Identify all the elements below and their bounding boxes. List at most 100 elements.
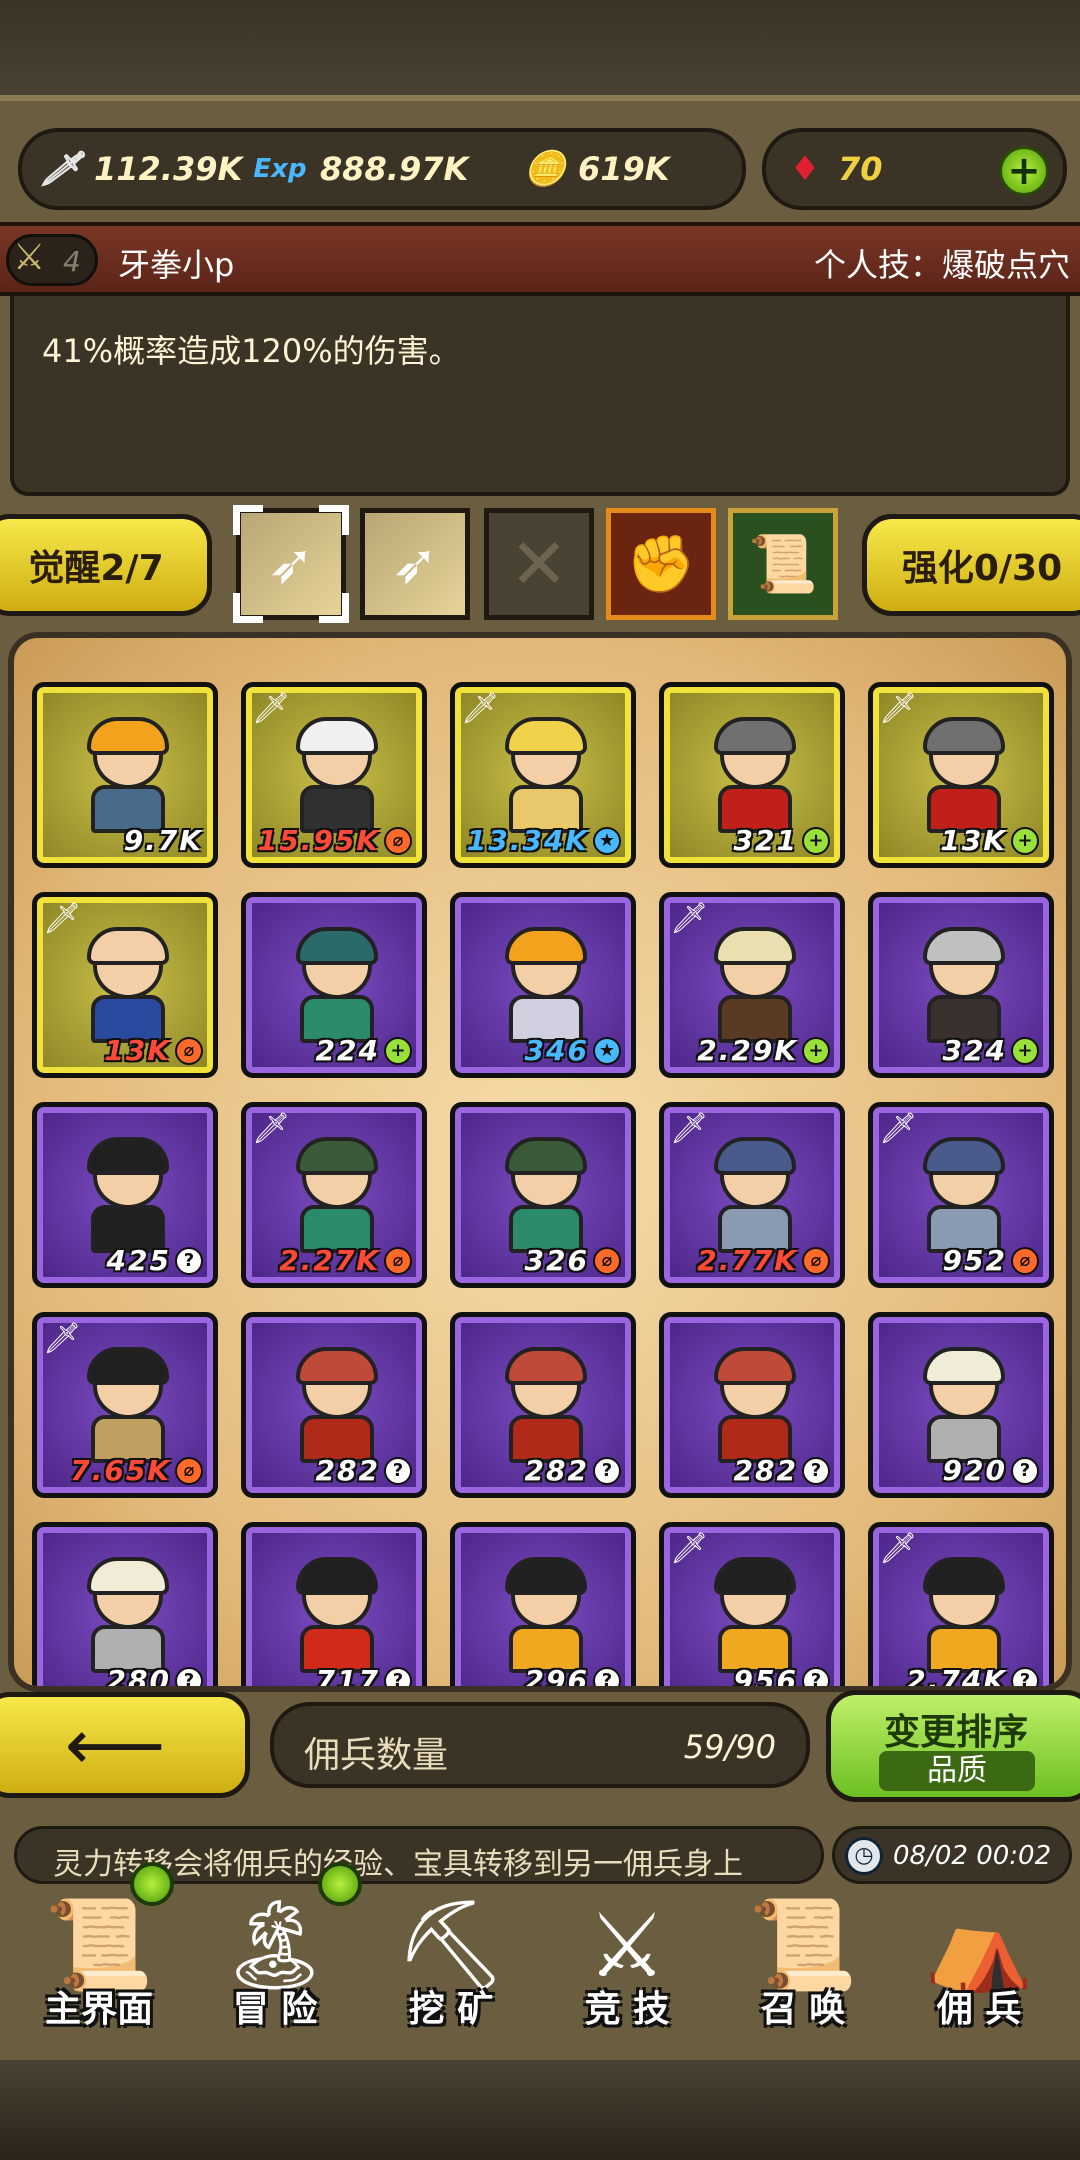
mercenary-portrait [702,717,808,837]
nav-label: 竞 技 [584,1989,670,2030]
power-value: 282 [315,1454,380,1487]
mercenary-roster[interactable]: 9.7K 🗡 15.95K ⌀ 🗡 13.34K ★ 321 + 🗡 13K + 🗡 13K ⌀ 224 +34… [8,632,1072,1692]
power-value: 346 [524,1034,589,1067]
change-sort-button[interactable]: 变更排序 品质 [826,1690,1080,1802]
arrows-handshake-icon: ➶ [391,531,439,597]
add-gems-button[interactable]: + [999,146,1049,196]
mercenary-power: 920? [943,1454,1039,1487]
mercenary-portrait [702,1137,808,1257]
mercenary-power: 280? [107,1664,203,1686]
mercenary-portrait [911,927,1017,1047]
power-value: 324 [942,1034,1007,1067]
mercenary-card[interactable]: 🗡 2.77K ⌀ [659,1102,845,1288]
mercenary-card[interactable]: 282? [241,1312,427,1498]
bundle-scroll-icon: 📜 [748,532,818,597]
mercenary-card[interactable]: 280? [32,1522,218,1686]
mercenary-portrait [493,927,599,1047]
mercenary-card[interactable]: 321 + [659,682,845,868]
nav-item[interactable]: 🏝 冒 险 [190,1890,360,2040]
skill-slot-empty[interactable]: ✕ [484,508,594,620]
sort-label: 变更排序 [883,1712,1028,1753]
power-value: 13.34K [466,824,589,857]
orange-badge-icon: ⌀ [593,1246,621,1275]
gold-resource: 🪙 619K [522,146,670,192]
mercenary-card[interactable]: 346 ★ [450,892,636,1078]
mercenary-portrait [702,1347,808,1467]
nav-item[interactable]: ⛏ 挖 矿 [366,1890,536,2040]
mercenary-power: 282? [734,1454,830,1487]
skill-description-box: 41%概率造成120%的伤害。 [10,296,1070,496]
mercenary-portrait [911,1557,1017,1677]
mercenary-portrait [284,1137,390,1257]
power-value: 296 [524,1664,589,1692]
power-value: 7.65K [70,1454,171,1487]
mercenary-card[interactable]: 282? [450,1312,636,1498]
sword-icon: 🗡 [39,149,83,189]
orange-badge-icon: ⌀ [384,1246,412,1275]
cross-icon: ✕ [509,523,569,605]
back-button[interactable]: ⟵ [0,1692,250,1798]
mercenary-power: 2.77K ⌀ [697,1244,830,1277]
mercenary-card[interactable]: 🗡 2.74K? [868,1522,1054,1686]
mercenary-card[interactable]: 282? [659,1312,845,1498]
mercenary-card[interactable]: 9.7K [32,682,218,868]
mercenary-card[interactable]: 🗡 2.29K + [659,892,845,1078]
mercenary-power: 324 + [943,1034,1039,1067]
power-value: 952 [942,1244,1007,1277]
gold-coin-icon: 🪙 [523,149,567,189]
mercenary-portrait [702,1557,808,1677]
mercenary-card[interactable]: 224 + [241,892,427,1078]
gold-value: 619K [578,150,670,188]
mercenary-card[interactable]: 425? [32,1102,218,1288]
mercenary-card[interactable]: 🗡 952 ⌀ [868,1102,1054,1288]
back-arrow-icon: ⟵ [64,1704,166,1786]
skill-name: 个人技：爆破点穴 [813,246,1070,284]
mercenary-power: 296? [524,1664,621,1692]
weapon-icon: ⚔ [13,237,46,278]
gem-bar: ♦ 70 + [762,128,1067,210]
mercenary-portrait [284,1347,390,1467]
level-value: 4 [63,245,81,278]
mercenary-card[interactable]: 🗡 956? [659,1522,845,1686]
skill-slot-arrows-handshake[interactable]: ➶ [360,508,470,620]
awaken-button[interactable]: 觉醒2/7 [0,514,212,616]
fist-icon: ✊ [626,532,696,597]
mercenary-card[interactable]: 🗡 13K ⌀ [32,892,218,1078]
strengthen-button[interactable]: 强化0/30 [862,514,1080,616]
nav-item[interactable]: ⛺ 佣 兵 [894,1890,1064,2040]
sort-mode: 品质 [879,1751,1035,1791]
skill-slot-arrows[interactable]: ➶ [233,505,349,623]
mercenary-card[interactable]: 🗡 15.95K ⌀ [241,682,427,868]
ruby-icon: ♦ [789,149,821,189]
mercenary-card[interactable]: 🗡 7.65K ⌀ [32,1312,218,1498]
orange-badge-icon: ⌀ [802,1246,830,1275]
mercenary-power: 956? [734,1664,830,1686]
mercenary-card[interactable]: 🗡 13K + [868,682,1054,868]
skill-slot-fist[interactable]: ✊ [606,508,716,620]
mercenary-power: 2.27K ⌀ [279,1244,412,1277]
mercenary-power: 717? [316,1664,412,1686]
q-badge-icon: ? [175,1246,203,1275]
mercenary-power: 13K ⌀ [104,1034,203,1067]
mercenary-card[interactable]: 324 + [868,892,1054,1078]
nav-item[interactable]: ⚔ 竞 技 [542,1890,712,2040]
mercenary-power: 952 ⌀ [943,1244,1039,1277]
mercenary-power: 282? [316,1454,412,1487]
nav-item[interactable]: 📜 召 唤 [718,1890,888,2040]
power-value: 13K [940,824,1007,857]
mercenary-power: 13K + [940,824,1039,857]
nav-item[interactable]: 📜 主界面 [14,1890,184,2040]
mercenary-card[interactable]: 717? [241,1522,427,1686]
mercenary-card[interactable]: 326 ⌀ [450,1102,636,1288]
mercenary-card[interactable]: 🗡 13.34K ★ [450,682,636,868]
mercenary-count-value: 59/90 [683,1728,776,1766]
q-badge-icon: ? [384,1456,412,1485]
mercenary-card[interactable]: 🗡 2.27K ⌀ [241,1102,427,1288]
power-value: 13K [104,1034,171,1067]
skill-slot-scroll[interactable]: 📜 [728,508,838,620]
mercenary-card[interactable]: 296? [450,1522,636,1692]
plus-badge-icon: + [802,826,830,855]
mercenary-card[interactable]: 920? [868,1312,1054,1498]
nav-label: 冒 险 [232,1989,318,2030]
power-value: 15.95K [257,824,380,857]
